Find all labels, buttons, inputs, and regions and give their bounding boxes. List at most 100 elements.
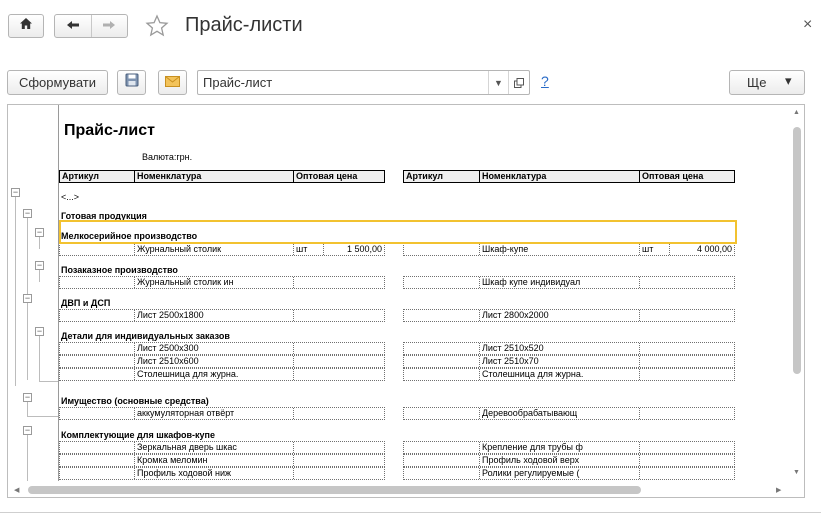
home-button[interactable] — [8, 14, 44, 38]
cell-article — [404, 310, 479, 321]
collapse-toggle[interactable]: − — [11, 188, 20, 197]
close-icon[interactable]: × — [803, 16, 812, 34]
collapse-toggle[interactable]: − — [23, 426, 32, 435]
email-button[interactable] — [158, 70, 187, 95]
collapse-toggle[interactable]: − — [35, 261, 44, 270]
table-row[interactable]: Лист 2510х520 — [403, 342, 735, 355]
cell-article — [60, 442, 134, 453]
table-row[interactable]: аккумуляторная отвёрт — [59, 407, 385, 420]
cell-price — [639, 369, 734, 380]
cell-price — [639, 343, 734, 354]
report-panel: Прайс-лист Валюта:грн. Артикул Номенклат… — [7, 104, 805, 498]
table-row[interactable]: Ролики регулируемые ( — [403, 467, 735, 480]
tree-line — [39, 336, 40, 381]
table-row[interactable]: Лист 2510х70 — [403, 355, 735, 368]
report-variant-select[interactable]: Прайс-лист ▼ — [197, 70, 530, 95]
selected-cell-highlight[interactable] — [59, 220, 737, 244]
cell-article — [60, 408, 134, 419]
generate-button[interactable]: Сформувати — [7, 70, 108, 95]
cell-article — [60, 277, 134, 288]
cell-price — [639, 408, 734, 419]
tree-line — [39, 270, 40, 282]
vertical-scrollbar[interactable]: ▲ ▼ — [790, 107, 804, 481]
history-navigation — [54, 14, 128, 38]
cell-article — [404, 244, 479, 255]
cell-name: Журнальный столик ин — [134, 277, 293, 288]
header-article: Артикул — [62, 171, 99, 181]
table-row[interactable]: Лист 2510х600 — [59, 355, 385, 368]
table-row[interactable]: Крепление для трубы ф — [403, 441, 735, 454]
tree-line — [27, 435, 28, 481]
table-row[interactable]: Лист 2800х2000 — [403, 309, 735, 322]
spreadsheet-document: Прайс-лист Валюта:грн. Артикул Номенклат… — [8, 105, 788, 481]
generate-button-label: Сформувати — [18, 75, 97, 90]
table-row[interactable]: Столешница для журна. — [403, 368, 735, 381]
cell-price — [293, 343, 384, 354]
cell-article — [404, 277, 479, 288]
cell-price — [293, 408, 384, 419]
cell-name: Лист 2510х70 — [479, 356, 639, 367]
save-button[interactable] — [117, 70, 146, 95]
dropdown-arrow-icon[interactable]: ▼ — [488, 71, 508, 94]
table-row[interactable]: Зеркальная дверь шкас — [59, 441, 385, 454]
scroll-down-icon[interactable]: ▼ — [793, 469, 800, 476]
cell-article — [60, 369, 134, 380]
star-icon[interactable] — [145, 14, 169, 43]
vertical-scroll-thumb[interactable] — [793, 127, 801, 374]
table-row[interactable]: Профиль ходовой ниж — [59, 467, 385, 480]
cell-article — [60, 310, 134, 321]
collapse-toggle[interactable]: − — [35, 327, 44, 336]
page-title: Прайс-листи — [185, 14, 303, 36]
more-button-label: Ще — [747, 75, 767, 90]
tree-line — [39, 381, 58, 382]
cell-name: Крепление для трубы ф — [479, 442, 639, 453]
scroll-right-icon[interactable]: ▶ — [776, 486, 781, 494]
cell-name: Кромка меломин — [134, 455, 293, 466]
home-icon — [19, 17, 33, 35]
header-name: Номенклатура — [479, 171, 639, 182]
envelope-icon — [165, 74, 180, 92]
group-assets: Имущество (основные средства) — [61, 396, 209, 406]
horizontal-scrollbar[interactable]: ◀ ▶ — [10, 483, 790, 497]
cell-name: Профиль ходовой верх — [479, 455, 639, 466]
scroll-up-icon[interactable]: ▲ — [793, 109, 800, 116]
table-row[interactable]: Деревообрабатывающ — [403, 407, 735, 420]
collapse-toggle[interactable]: − — [23, 209, 32, 218]
collapse-toggle[interactable]: − — [23, 393, 32, 402]
table-row[interactable]: Шкаф-купе шт 4 000,00 — [403, 243, 735, 256]
chevron-down-icon: ▾ — [785, 73, 792, 88]
horizontal-scroll-thumb[interactable] — [28, 486, 641, 494]
table-row[interactable]: Столешница для журна. — [59, 368, 385, 381]
cell-article — [404, 356, 479, 367]
cell-article — [60, 468, 134, 479]
cell-unit: шт — [639, 244, 669, 255]
cell-price — [293, 468, 384, 479]
scroll-left-icon[interactable]: ◀ — [14, 486, 19, 494]
table-row[interactable]: Профиль ходовой верх — [403, 454, 735, 467]
cell-price — [293, 277, 384, 288]
more-button[interactable]: Ще ▾ — [729, 70, 805, 95]
cell-name: Столешница для журна. — [479, 369, 639, 380]
collapse-toggle[interactable]: − — [35, 228, 44, 237]
table-row[interactable]: Журнальный столик шт 1 500,00 — [59, 243, 385, 256]
header-price: Оптовая цена — [293, 171, 384, 182]
table-row[interactable]: Лист 2500х300 — [59, 342, 385, 355]
cell-unit: шт — [293, 244, 323, 255]
ellipsis-row: <...> — [61, 192, 80, 202]
table-row[interactable]: Шкаф купе индивидуал — [403, 276, 735, 289]
header-name: Номенклатура — [134, 171, 293, 182]
forward-button[interactable] — [90, 15, 128, 37]
help-link[interactable]: ? — [541, 73, 549, 89]
table-row[interactable]: Лист 2500х1800 — [59, 309, 385, 322]
cell-price — [639, 356, 734, 367]
collapse-toggle[interactable]: − — [23, 294, 32, 303]
cell-article — [404, 408, 479, 419]
table-row[interactable]: Кромка меломин — [59, 454, 385, 467]
back-button[interactable] — [55, 15, 91, 37]
cell-price — [639, 310, 734, 321]
open-window-icon[interactable] — [508, 71, 529, 94]
arrow-right-icon — [102, 17, 116, 35]
cell-name: Лист 2510х520 — [479, 343, 639, 354]
table-row[interactable]: Журнальный столик ин — [59, 276, 385, 289]
report-title: Прайс-лист — [64, 122, 155, 139]
